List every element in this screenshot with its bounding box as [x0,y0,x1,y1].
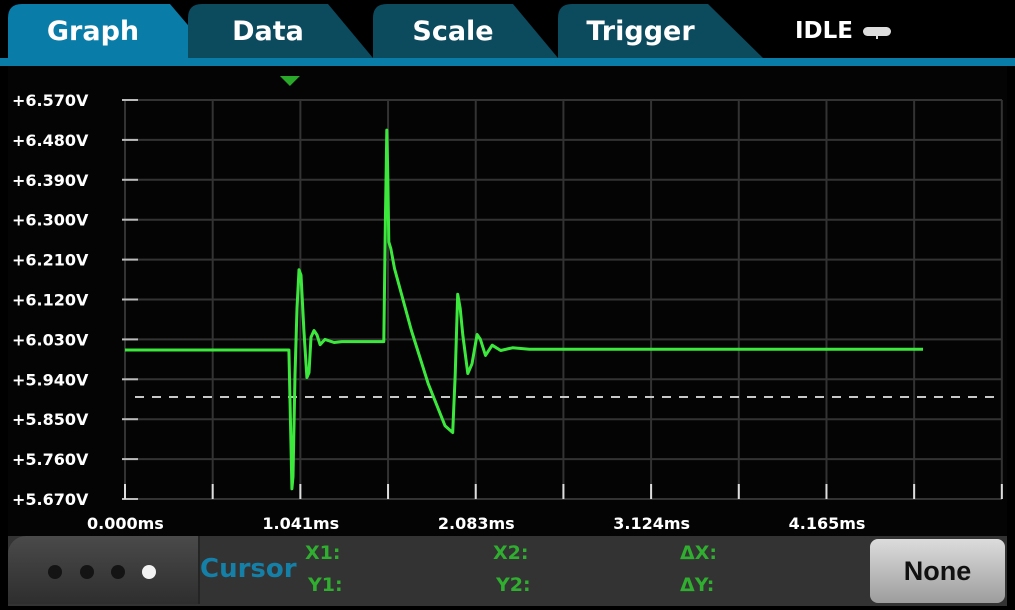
x-tick-label: 0.000ms [87,514,164,533]
graph-area[interactable]: +6.570V +6.480V +6.390V +6.300V +6.210V +6.12… [8,66,1007,536]
cursor-x2-label: X2: [493,542,529,564]
tab-graph-label: Graph [46,15,140,47]
y-tick-label: +6.300V [12,211,89,230]
cursor-dy-label: ΔY: [680,574,715,596]
x-tick-label: 3.124ms [613,514,690,533]
y-tick-label: +6.120V [12,291,89,310]
cursor-x1-label: X1: [305,542,341,564]
page-dot-3[interactable] [111,565,125,579]
cursor-y1-label: Y1: [308,574,343,596]
y-tick-label: +6.480V [12,131,89,150]
y-tick-label: +6.210V [12,251,89,270]
y-tick-label: +6.570V [12,91,89,110]
x-tick-label: 4.165ms [789,514,866,533]
tab-graph[interactable]: Graph [8,4,208,58]
page-dot-2[interactable] [80,565,94,579]
swipe-panel[interactable] [8,536,200,604]
tab-trigger[interactable]: Trigger [558,4,768,58]
tab-data-label: Data [232,15,304,47]
tab-trigger-label: Trigger [586,15,695,47]
y-axis-ticks: +6.570V +6.480V +6.390V +6.300V +6.210V +6.12… [12,91,138,509]
cursor-none-button[interactable]: None [870,539,1005,603]
voltage-chart[interactable]: +6.570V +6.480V +6.390V +6.300V +6.210V +6.12… [8,66,1007,536]
page-dot-4-active[interactable] [142,565,156,579]
cursor-y2-label: Y2: [496,574,531,596]
voltage-trace [125,128,923,491]
y-tick-label: +6.390V [12,171,89,190]
instrument-screen: Graph Data Scale Trigger IDLE +6.570V +6.… [0,0,1015,610]
tab-data[interactable]: Data [188,4,373,58]
page-dot-1[interactable] [48,565,62,579]
grid [124,99,1003,500]
y-tick-label: +6.030V [12,330,89,349]
bottom-bar: Cursor X1: Y1: X2: Y2: ΔX: ΔY: None [8,536,1007,606]
cursor-dx-label: ΔX: [680,542,717,564]
y-tick-label: +5.940V [12,370,89,389]
status-text: IDLE [795,18,854,44]
trigger-position-marker[interactable] [279,76,300,86]
cursor-label: Cursor [200,554,297,584]
x-axis-ticks: 0.000ms 1.041ms 2.083ms 3.124ms 4.165ms [87,484,1003,533]
status-indicator: IDLE [795,18,892,44]
y-tick-label: +5.760V [12,450,89,469]
tab-underline [0,58,1015,66]
idle-indicator-icon [863,26,892,39]
tab-bar: Graph Data Scale Trigger IDLE [0,0,1015,66]
tab-scale-label: Scale [412,15,494,47]
y-tick-label: +5.850V [12,410,89,429]
tab-scale[interactable]: Scale [373,4,558,58]
x-tick-label: 2.083ms [438,514,515,533]
y-tick-label: +5.670V [12,490,89,509]
x-tick-label: 1.041ms [262,514,339,533]
